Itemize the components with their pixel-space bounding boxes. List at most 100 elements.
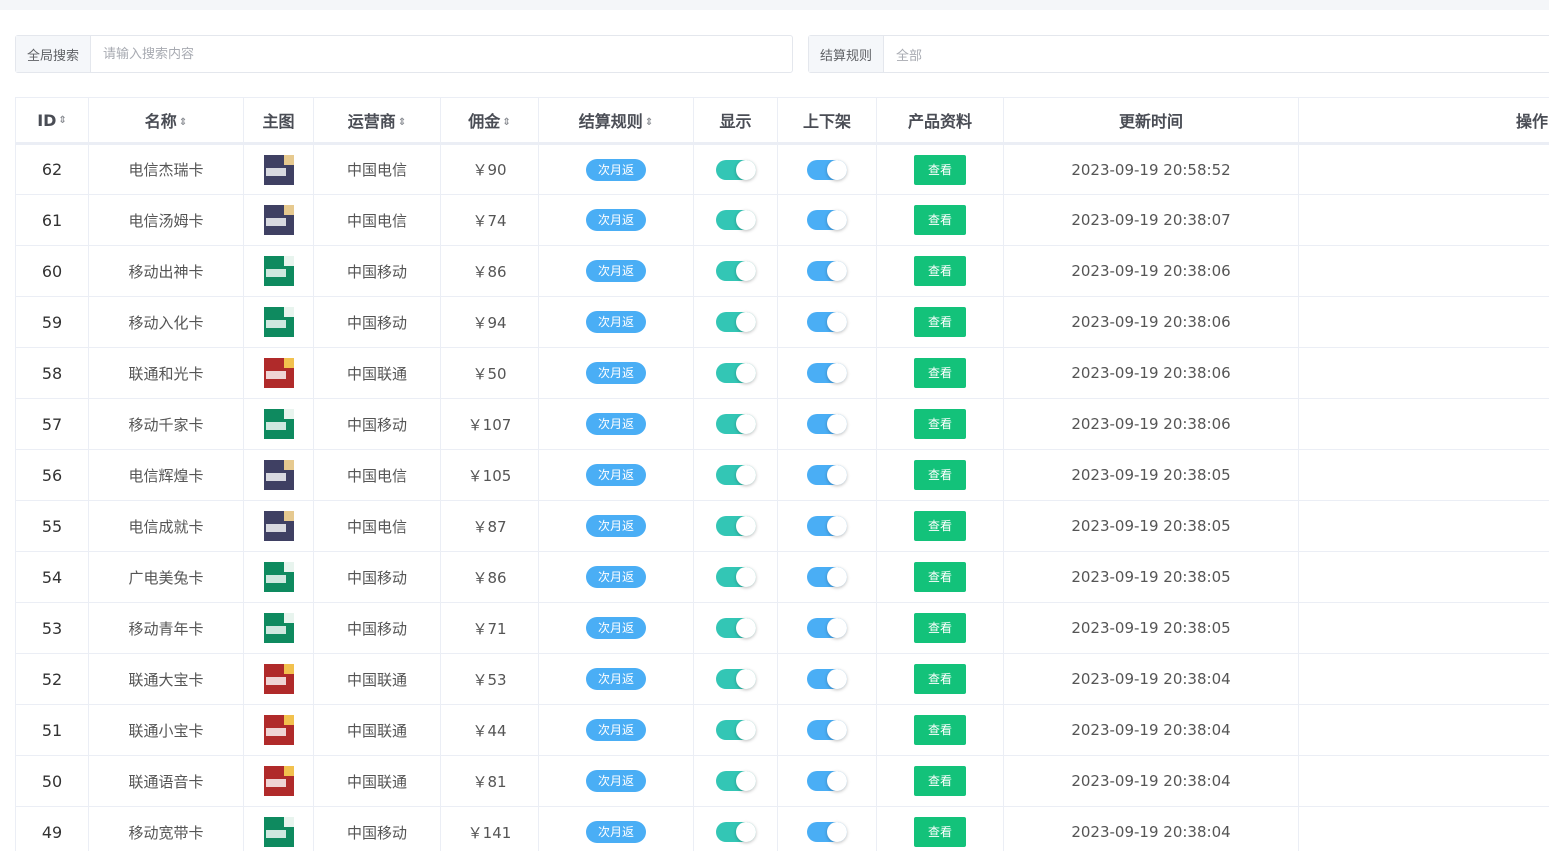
product-thumbnail[interactable] — [263, 562, 294, 592]
column-header-rule[interactable]: 结算规则 ⇕ — [538, 97, 694, 145]
product-thumbnail[interactable] — [263, 613, 294, 643]
shelf-toggle[interactable] — [807, 516, 847, 536]
cell-commission: ￥87 — [440, 500, 539, 552]
view-materials-button[interactable]: 查看 — [914, 256, 966, 286]
display-toggle[interactable] — [715, 771, 756, 791]
sort-caret-icon[interactable]: ⇕ — [179, 117, 187, 128]
column-header-commission[interactable]: 佣金 ⇕ — [440, 97, 539, 145]
cell-updated: 2023-09-19 20:38:06 — [1003, 347, 1299, 399]
cell-image — [243, 194, 314, 246]
shelf-toggle[interactable] — [807, 210, 847, 230]
cell-updated: 2023-09-19 20:58:52 — [1003, 143, 1299, 195]
shelf-toggle[interactable] — [807, 618, 847, 638]
product-thumbnail[interactable] — [263, 715, 294, 745]
sort-caret-icon[interactable]: ⇕ — [645, 117, 653, 128]
shelf-toggle[interactable] — [807, 771, 847, 791]
view-materials-button[interactable]: 查看 — [914, 154, 966, 185]
view-materials-button[interactable]: 查看 — [914, 766, 966, 796]
column-header-id[interactable]: ID ⇕ — [15, 97, 89, 145]
shelf-toggle[interactable] — [807, 414, 847, 434]
display-toggle[interactable] — [715, 159, 756, 180]
view-materials-button[interactable]: 查看 — [914, 409, 966, 439]
column-header-operator[interactable]: 运营商 ⇕ — [313, 97, 441, 145]
product-thumbnail[interactable] — [263, 205, 294, 235]
thumbnail-base — [263, 180, 294, 185]
product-thumbnail[interactable] — [263, 766, 294, 796]
thumbnail-card — [265, 830, 286, 838]
product-thumbnail[interactable] — [263, 511, 294, 541]
sort-caret-icon[interactable]: ⇕ — [58, 116, 66, 126]
cell-actions: 推广链接分享海报 — [1298, 755, 1549, 807]
thumbnail-corner — [283, 715, 294, 725]
view-materials-button[interactable]: 查看 — [914, 511, 966, 541]
display-toggle[interactable] — [715, 465, 756, 485]
cell-materials: 查看 — [876, 551, 1004, 603]
shelf-toggle[interactable] — [807, 465, 847, 485]
cell-rule: 次月返 — [538, 347, 694, 399]
table-row: 56 电信辉煌卡 中国电信 ￥105 次月返 查看 2023-09-19 20:38:05 推… — [15, 449, 1549, 501]
cell-rule: 次月返 — [538, 296, 694, 348]
shelf-toggle[interactable] — [807, 669, 847, 689]
shelf-toggle[interactable] — [807, 363, 847, 383]
cell-actions: 推广链接分享海报 — [1298, 296, 1549, 348]
display-toggle[interactable] — [715, 618, 756, 638]
cell-display — [693, 143, 778, 195]
display-toggle[interactable] — [715, 261, 756, 281]
toggle-knob — [735, 159, 756, 180]
product-thumbnail[interactable] — [263, 664, 294, 694]
product-thumbnail[interactable] — [263, 460, 294, 490]
product-name: 电信杰瑞卡 — [128, 161, 204, 179]
product-thumbnail[interactable] — [263, 358, 294, 388]
product-thumbnail[interactable] — [263, 817, 294, 847]
updated-time: 2023-09-19 20:38:04 — [1071, 670, 1231, 688]
column-header-name[interactable]: 名称 ⇕ — [88, 97, 244, 145]
column-header-label: 显示 — [719, 112, 752, 131]
cell-operator: 中国移动 — [313, 602, 441, 654]
cell-display — [693, 449, 778, 501]
view-materials-button[interactable]: 查看 — [914, 562, 966, 592]
view-materials-button[interactable]: 查看 — [914, 205, 966, 235]
display-toggle[interactable] — [715, 363, 756, 383]
shelf-toggle[interactable] — [807, 312, 847, 332]
cell-name: 移动入化卡 — [88, 296, 244, 348]
global-search-input[interactable] — [91, 36, 792, 72]
view-materials-button[interactable]: 查看 — [914, 613, 966, 643]
shelf-toggle[interactable] — [807, 822, 847, 842]
display-toggle[interactable] — [715, 210, 756, 230]
view-materials-button[interactable]: 查看 — [914, 307, 966, 337]
view-materials-button[interactable]: 查看 — [914, 715, 966, 745]
shelf-toggle[interactable] — [807, 567, 847, 587]
cell-display — [693, 500, 778, 552]
shelf-toggle[interactable] — [807, 261, 847, 281]
cell-display — [693, 347, 778, 399]
settlement-rule-select[interactable]: 全部 — [884, 36, 1549, 72]
product-thumbnail[interactable] — [263, 409, 294, 439]
view-materials-button[interactable]: 查看 — [914, 460, 966, 490]
cell-image — [243, 551, 314, 603]
view-materials-button[interactable]: 查看 — [914, 664, 966, 694]
display-toggle[interactable] — [715, 414, 756, 434]
sort-caret-icon[interactable]: ⇕ — [398, 117, 406, 128]
product-thumbnail[interactable] — [263, 307, 294, 337]
view-materials-button[interactable]: 查看 — [914, 817, 966, 847]
product-id: 55 — [41, 516, 63, 536]
shelf-toggle[interactable] — [807, 159, 847, 180]
display-toggle[interactable] — [715, 669, 756, 689]
cell-operator: 中国移动 — [313, 245, 441, 297]
product-thumbnail[interactable] — [263, 256, 294, 286]
display-toggle[interactable] — [715, 822, 756, 842]
view-materials-button[interactable]: 查看 — [914, 358, 966, 388]
display-toggle[interactable] — [715, 312, 756, 332]
product-thumbnail[interactable] — [263, 154, 294, 185]
toggle-knob — [735, 771, 756, 791]
display-toggle[interactable] — [715, 516, 756, 536]
cell-updated: 2023-09-19 20:38:05 — [1003, 449, 1299, 501]
shelf-toggle[interactable] — [807, 720, 847, 740]
cell-rule: 次月返 — [538, 194, 694, 246]
display-toggle[interactable] — [715, 567, 756, 587]
thumbnail-card — [265, 626, 286, 634]
cell-shelf — [777, 143, 877, 195]
display-toggle[interactable] — [715, 720, 756, 740]
sort-caret-icon[interactable]: ⇕ — [502, 117, 510, 128]
toggle-knob — [735, 618, 756, 638]
